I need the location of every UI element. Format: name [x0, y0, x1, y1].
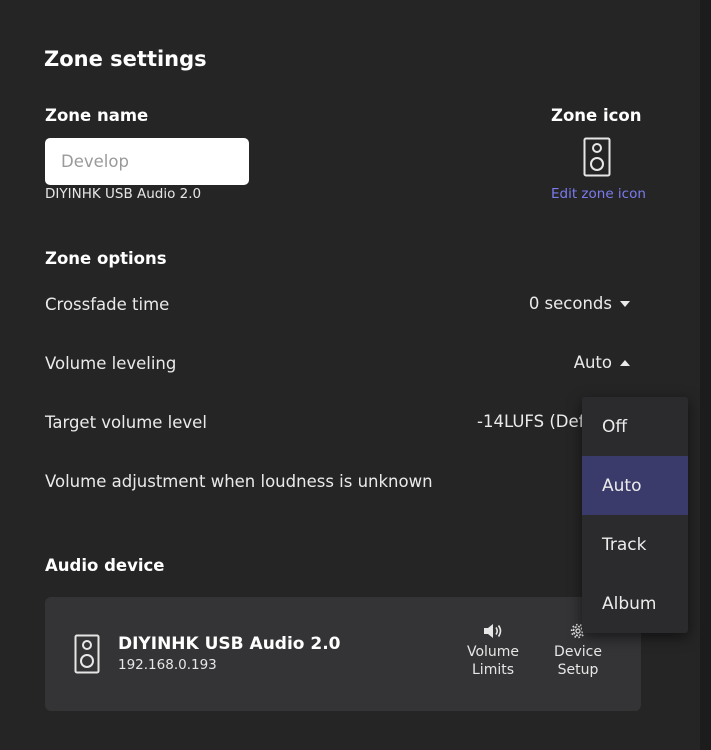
zone-icon-label: Zone icon [551, 106, 642, 125]
device-setup-line2: Setup [557, 662, 599, 678]
dropdown-option-auto[interactable]: Auto [582, 456, 688, 515]
crossfade-time-label: Crossfade time [45, 295, 170, 314]
zone-settings-panel: Zone settings Zone name DIYINHK USB Audi… [0, 0, 700, 750]
dropdown-option-track[interactable]: Track [582, 515, 688, 574]
device-setup-line1: Device [554, 644, 602, 660]
audio-device-ip: 192.168.0.193 [118, 657, 217, 673]
target-volume-value: -14LUFS (Def [477, 412, 585, 431]
zone-options-heading: Zone options [45, 249, 167, 268]
audio-device-card: DIYINHK USB Audio 2.0 192.168.0.193 Volu… [45, 597, 641, 711]
volume-limits-line1: Volume [466, 644, 520, 660]
volume-leveling-value: Auto [573, 353, 612, 372]
target-volume-select[interactable]: -14LUFS (Def [477, 412, 584, 431]
volume-adjustment-label: Volume adjustment when loudness is unkno… [45, 472, 433, 491]
audio-device-name: DIYINHK USB Audio 2.0 [118, 634, 341, 654]
target-volume-label: Target volume level [45, 413, 207, 432]
volume-icon [484, 624, 502, 638]
speaker-icon [74, 634, 100, 674]
volume-limits-line2: Limits [472, 662, 514, 678]
crossfade-time-value: 0 seconds [528, 294, 612, 313]
dropdown-option-off[interactable]: Off [582, 397, 688, 456]
chevron-up-icon [620, 359, 630, 366]
volume-limits-button[interactable]: Volume Limits [463, 623, 523, 679]
zone-name-input[interactable] [45, 138, 249, 185]
volume-leveling-select[interactable]: Auto [574, 353, 630, 372]
speaker-icon[interactable] [583, 137, 611, 177]
scrollbar[interactable] [700, 0, 711, 750]
volume-leveling-label: Volume leveling [45, 354, 177, 373]
zone-device-name: DIYINHK USB Audio 2.0 [45, 186, 202, 202]
dropdown-option-album[interactable]: Album [582, 574, 688, 633]
volume-leveling-dropdown: Off Auto Track Album [582, 397, 688, 633]
zone-name-label: Zone name [45, 106, 149, 125]
chevron-down-icon [620, 300, 630, 307]
edit-zone-icon-link[interactable]: Edit zone icon [551, 186, 646, 202]
audio-device-heading: Audio device [45, 556, 165, 575]
page-title: Zone settings [44, 47, 207, 71]
crossfade-time-select[interactable]: 0 seconds [529, 294, 630, 313]
